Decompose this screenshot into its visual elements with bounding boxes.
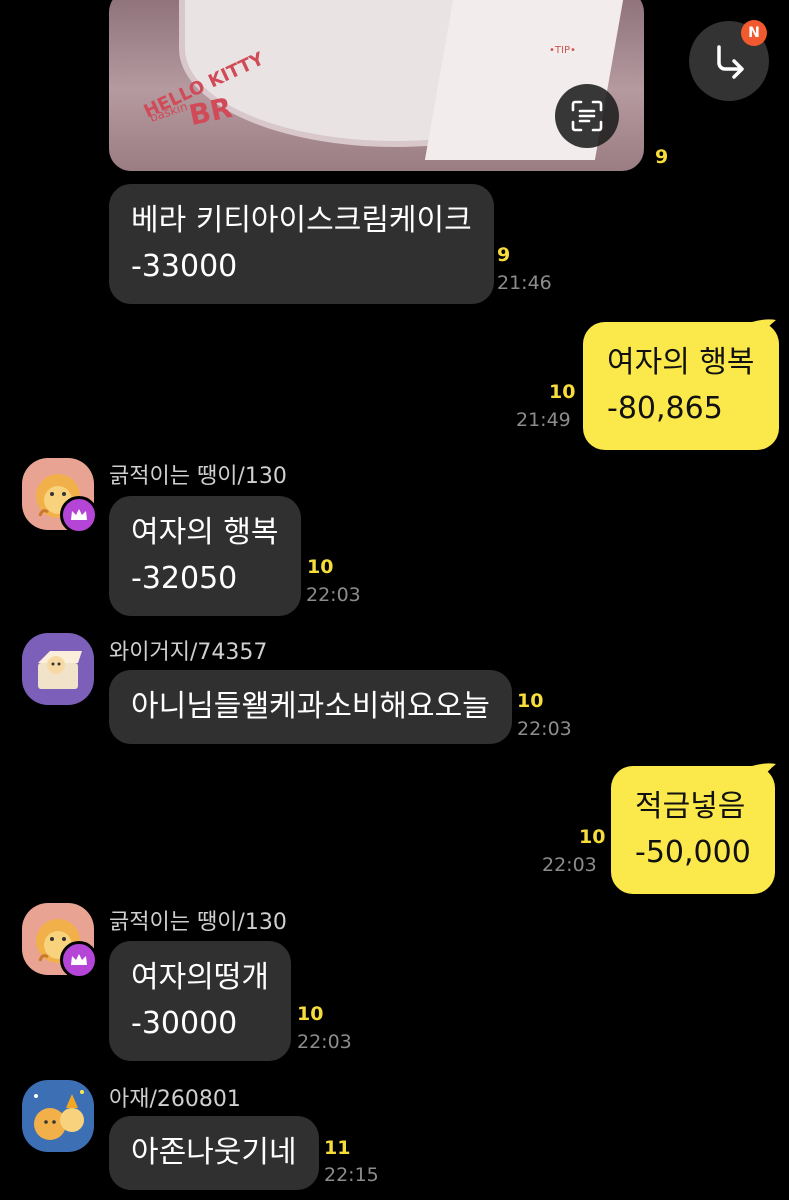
message-text: -32050	[131, 561, 238, 596]
unread-count: 11	[324, 1137, 351, 1159]
unread-count: 9	[655, 146, 669, 168]
message-bubble[interactable]: 베라 키티아이스크림케이크 -33000	[109, 184, 494, 304]
message-text: -50,000	[635, 835, 751, 870]
crown-icon	[71, 509, 87, 520]
message-bubble[interactable]: 아존나웃기네	[109, 1116, 319, 1190]
message-text: 아니님들왤케과소비해요오늘	[131, 689, 490, 724]
timestamp: 22:03	[297, 1031, 352, 1053]
my-message-bubble[interactable]: 여자의 행복 -80,865	[583, 322, 779, 450]
message-text: 여자의떵개	[131, 960, 269, 995]
timestamp: 21:49	[516, 409, 571, 431]
message-text: 아존나웃기네	[131, 1135, 297, 1170]
avatar[interactable]	[22, 1080, 94, 1152]
photo-message[interactable]: •TIP• HELLO KITTY baskin BR	[109, 0, 644, 171]
timestamp: 22:03	[306, 584, 361, 606]
unread-count: 10	[297, 1003, 324, 1025]
crown-badge	[60, 941, 98, 979]
sender-name: 긁적이는 땡이/130	[109, 464, 287, 489]
message-text: -33000	[131, 249, 238, 284]
crown-icon	[71, 954, 87, 965]
sender-name: 아재/260801	[109, 1087, 241, 1112]
message-text: -80,865	[607, 391, 723, 426]
unread-count: 10	[307, 556, 334, 578]
message-text: 적금넣음	[635, 789, 746, 824]
sender-name: 긁적이는 땡이/130	[109, 910, 287, 935]
my-message-bubble[interactable]: 적금넣음 -50,000	[611, 766, 775, 894]
characters-party-icon	[34, 1090, 84, 1140]
my-bubble-tail	[752, 319, 776, 338]
unread-count: 10	[549, 381, 576, 403]
tip-card-label: •TIP•	[549, 45, 576, 56]
message-bubble[interactable]: 여자의떵개 -30000	[109, 941, 291, 1061]
crown-badge	[60, 496, 98, 534]
message-text: 여자의 행복	[607, 345, 755, 380]
message-text: 여자의 행복	[131, 515, 279, 550]
text-scan-button[interactable]	[555, 84, 619, 148]
timestamp: 22:15	[324, 1164, 379, 1186]
new-badge: N	[741, 20, 767, 46]
unread-count: 10	[579, 826, 606, 848]
text-scan-icon	[571, 100, 603, 132]
brand-logo-text: BR	[186, 90, 235, 133]
timestamp: 22:03	[542, 854, 597, 876]
message-bubble[interactable]: 아니님들왤케과소비해요오늘	[109, 670, 512, 744]
forward-arrow-icon	[717, 45, 744, 79]
message-text: 베라 키티아이스크림케이크	[131, 203, 472, 238]
timestamp: 22:03	[517, 718, 572, 740]
avatar[interactable]	[22, 633, 94, 705]
message-text: -30000	[131, 1006, 238, 1041]
timestamp: 21:46	[497, 272, 552, 294]
unread-count: 10	[517, 690, 544, 712]
my-bubble-tail	[752, 763, 776, 782]
unread-count: 9	[497, 244, 511, 266]
character-in-box-icon	[38, 651, 82, 689]
sender-name: 와이거지/74357	[109, 640, 268, 665]
message-bubble[interactable]: 여자의 행복 -32050	[109, 496, 301, 616]
